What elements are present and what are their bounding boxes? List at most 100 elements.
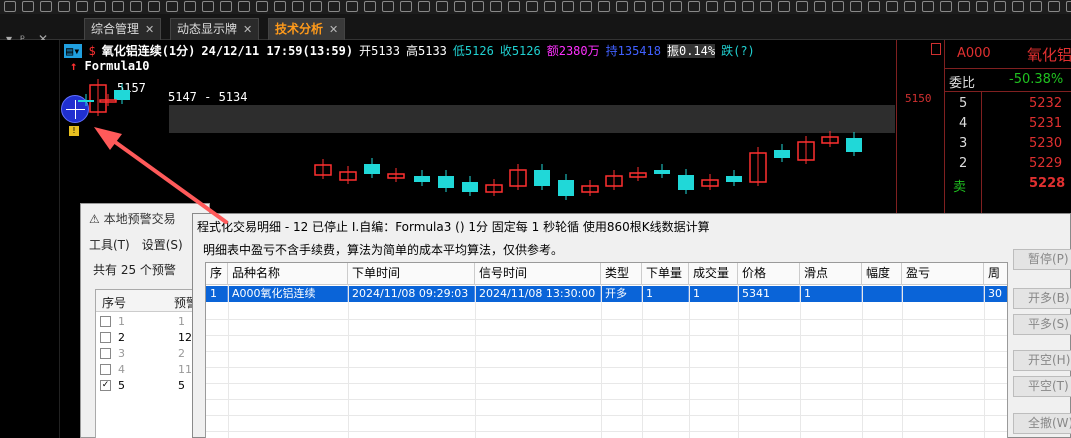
col-header[interactable]: 类型 — [601, 263, 642, 285]
toolbar-tool-icon[interactable] — [1066, 1, 1071, 12]
toolbar-tool-icon[interactable] — [598, 1, 610, 12]
toolbar-tool-icon[interactable] — [436, 1, 448, 12]
ask-price[interactable]: 5231 — [1029, 116, 1062, 131]
ask-price[interactable]: 5230 — [1029, 136, 1062, 151]
close-short-button[interactable]: 平空(T) — [1013, 376, 1071, 397]
toolbar-tool-icon[interactable] — [526, 1, 538, 12]
toolbar-tool-icon[interactable] — [292, 1, 304, 12]
toolbar-tool-icon[interactable] — [310, 1, 322, 12]
toolbar-tool-icon[interactable] — [994, 1, 1006, 12]
toolbar-tool-icon[interactable] — [418, 1, 430, 12]
cell: 1 — [642, 286, 689, 302]
close-icon[interactable]: ✕ — [329, 23, 338, 36]
menu-tools[interactable]: 工具(T) — [89, 238, 130, 252]
toolbar-tool-icon[interactable] — [940, 1, 952, 12]
checkbox[interactable] — [100, 332, 111, 343]
toolbar-tool-icon[interactable] — [382, 1, 394, 12]
axis-toggle-icon[interactable] — [931, 43, 941, 55]
toolbar-tool-icon[interactable] — [184, 1, 196, 12]
toolbar-tool-icon[interactable] — [454, 1, 466, 12]
toolbar-tool-icon[interactable] — [868, 1, 880, 12]
toolbar-tool-icon[interactable] — [1048, 1, 1060, 12]
checkbox-checked[interactable]: ✓ — [100, 380, 111, 391]
col-header[interactable]: 信号时间 — [475, 263, 601, 285]
toolbar-tool-icon[interactable] — [958, 1, 970, 12]
toolbar-tool-icon[interactable] — [22, 1, 34, 12]
col-header[interactable]: 滑点 — [800, 263, 862, 285]
toolbar-tool-icon[interactable] — [616, 1, 628, 12]
close-icon[interactable]: ✕ — [145, 23, 154, 36]
col-header[interactable]: 序号 — [102, 294, 126, 311]
toolbar-tool-icon[interactable] — [130, 1, 142, 12]
toolbar-tool-icon[interactable] — [400, 1, 412, 12]
ask-price[interactable]: 5229 — [1029, 156, 1062, 171]
checkbox[interactable] — [100, 348, 111, 359]
toolbar-tool-icon[interactable] — [112, 1, 124, 12]
tab-overview[interactable]: 综合管理 ✕ — [84, 18, 162, 40]
col-header[interactable]: 盈亏 — [902, 263, 984, 285]
toolbar-tool-icon[interactable] — [238, 1, 250, 12]
toolbar-tool-icon[interactable] — [904, 1, 916, 12]
toolbar-tool-icon[interactable] — [202, 1, 214, 12]
toolbar-tool-icon[interactable] — [490, 1, 502, 12]
toolbar-tool-icon[interactable] — [94, 1, 106, 12]
toolbar-tool-icon[interactable] — [328, 1, 340, 12]
toolbar-tool-icon[interactable] — [742, 1, 754, 12]
toolbar-tool-icon[interactable] — [148, 1, 160, 12]
toolbar-tool-icon[interactable] — [850, 1, 862, 12]
col-header[interactable]: 幅度 — [862, 263, 902, 285]
col-header[interactable]: 序 — [206, 263, 228, 285]
checkbox[interactable] — [100, 316, 111, 327]
toolbar-tool-icon[interactable] — [688, 1, 700, 12]
toolbar-tool-icon[interactable] — [76, 1, 88, 12]
toolbar-tool-icon[interactable] — [508, 1, 520, 12]
toolbar-tool-icon[interactable] — [562, 1, 574, 12]
col-header[interactable]: 成交量 — [689, 263, 738, 285]
toolbar-tool-icon[interactable] — [58, 1, 70, 12]
col-header[interactable]: 下单量 — [642, 263, 689, 285]
toolbar-tool-icon[interactable] — [40, 1, 52, 12]
col-header[interactable]: 周 — [984, 263, 1007, 285]
toolbar-tool-icon[interactable] — [274, 1, 286, 12]
toolbar-tool-icon[interactable] — [166, 1, 178, 12]
toolbar-tool-icon[interactable] — [1030, 1, 1042, 12]
pause-button[interactable]: 暂停(P) — [1013, 249, 1071, 270]
toolbar-tool-icon[interactable] — [472, 1, 484, 12]
tab-dynamic-board[interactable]: 动态显示牌 ✕ — [170, 18, 260, 40]
checkbox[interactable] — [100, 364, 111, 375]
toolbar-tool-icon[interactable] — [364, 1, 376, 12]
toolbar-tool-icon[interactable] — [220, 1, 232, 12]
toolbar-tool-icon[interactable] — [670, 1, 682, 12]
toolbar-tool-icon[interactable] — [796, 1, 808, 12]
toolbar-tool-icon[interactable] — [544, 1, 556, 12]
table-row[interactable]: 1 A000氧化铝连续 2024/11/08 09:29:03 2024/11/… — [206, 286, 1007, 302]
toolbar-tool-icon[interactable] — [652, 1, 664, 12]
toolbar-tool-icon[interactable] — [1012, 1, 1024, 12]
toolbar-tool-icon[interactable] — [778, 1, 790, 12]
open-long-button[interactable]: 开多(B) — [1013, 288, 1071, 309]
toolbar-tool-icon[interactable] — [886, 1, 898, 12]
close-icon[interactable]: ✕ — [243, 23, 252, 36]
toolbar-tool-icon[interactable] — [346, 1, 358, 12]
toolbar-tool-icon[interactable] — [832, 1, 844, 12]
toolbar-tool-icon[interactable] — [976, 1, 988, 12]
toolbar-tool-icon[interactable] — [760, 1, 772, 12]
open-short-button[interactable]: 开空(H) — [1013, 350, 1071, 371]
ask-price[interactable]: 5228 — [1029, 176, 1065, 191]
cancel-all-button[interactable]: 全撤(W) — [1013, 413, 1071, 434]
toolbar-tool-icon[interactable] — [256, 1, 268, 12]
col-header[interactable]: 价格 — [738, 263, 800, 285]
menu-settings[interactable]: 设置(S) — [142, 238, 183, 252]
toolbar-tool-icon[interactable] — [922, 1, 934, 12]
tab-technical-analysis[interactable]: 技术分析 ✕ — [268, 18, 346, 40]
toolbar-tool-icon[interactable] — [814, 1, 826, 12]
toolbar-tool-icon[interactable] — [4, 1, 16, 12]
close-long-button[interactable]: 平多(S) — [1013, 314, 1071, 335]
toolbar-tool-icon[interactable] — [580, 1, 592, 12]
col-header[interactable]: 品种名称 — [228, 263, 348, 285]
toolbar-tool-icon[interactable] — [724, 1, 736, 12]
toolbar-tool-icon[interactable] — [634, 1, 646, 12]
ask-price[interactable]: 5232 — [1029, 96, 1062, 111]
toolbar-tool-icon[interactable] — [706, 1, 718, 12]
col-header[interactable]: 下单时间 — [348, 263, 475, 285]
